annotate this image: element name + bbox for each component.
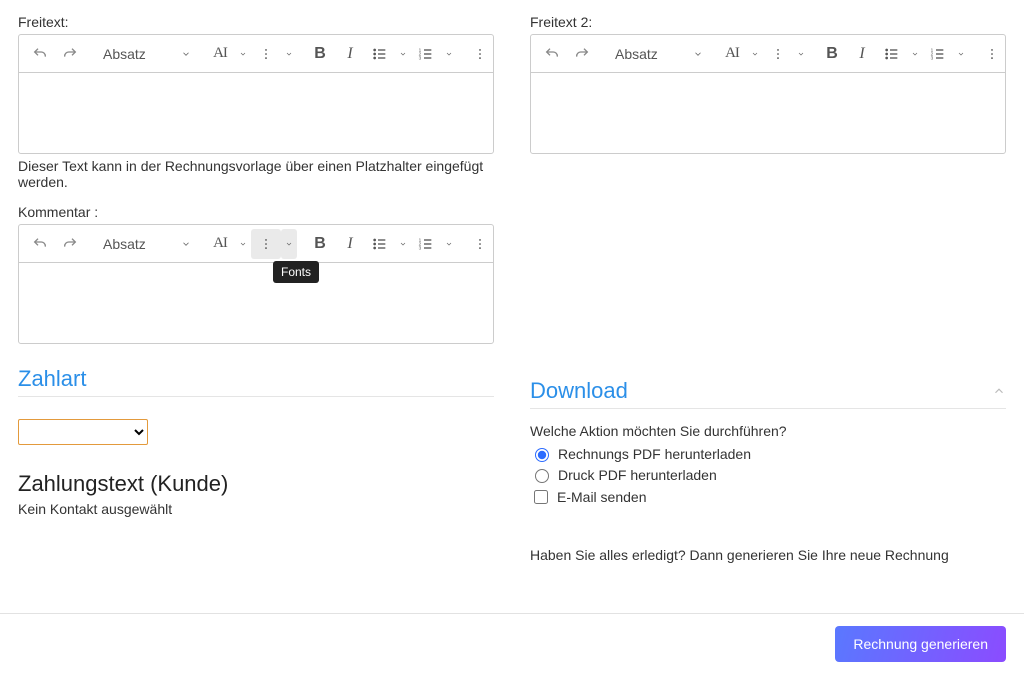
chevron-down-icon[interactable] (395, 39, 411, 69)
freitext-textarea[interactable] (19, 73, 493, 153)
chevron-down-icon[interactable] (907, 39, 923, 69)
svg-text:3: 3 (931, 55, 934, 60)
option-rechnungs-pdf[interactable]: Rechnungs PDF herunterladen (530, 445, 1006, 462)
redo-icon[interactable] (55, 229, 85, 259)
italic-button[interactable]: I (847, 39, 877, 69)
svg-text:3: 3 (419, 245, 422, 250)
italic-button[interactable]: I (335, 39, 365, 69)
fonts-button[interactable] (251, 229, 281, 259)
email-checkbox[interactable] (534, 490, 548, 504)
chevron-down-icon[interactable] (235, 229, 251, 259)
more-icon[interactable] (763, 39, 793, 69)
font-size-button[interactable]: AI (205, 39, 235, 69)
italic-button[interactable]: I (335, 229, 365, 259)
zahlungstext-heading: Zahlungstext (Kunde) (18, 471, 494, 497)
more-icon[interactable] (465, 229, 495, 259)
svg-text:3: 3 (419, 55, 422, 60)
more-icon[interactable] (251, 39, 281, 69)
option-email[interactable]: E-Mail senden (530, 487, 1006, 507)
freitext-help-text: Dieser Text kann in der Rechnungsvorlage… (18, 158, 494, 190)
paragraph-select[interactable]: Absatz (93, 229, 197, 259)
download-question: Welche Aktion möchten Sie durchführen? (530, 423, 1006, 439)
numbered-list-button[interactable]: 123 (923, 39, 953, 69)
freitext2-label: Freitext 2: (530, 14, 1006, 30)
generate-invoice-button[interactable]: Rechnung generieren (835, 626, 1006, 662)
no-contact-text: Kein Kontakt ausgewählt (18, 501, 494, 517)
chevron-down-icon (679, 46, 703, 62)
chevron-down-icon[interactable] (793, 39, 809, 69)
font-size-button[interactable]: AI (717, 39, 747, 69)
numbered-list-button[interactable]: 123 (411, 229, 441, 259)
download-heading-label: Download (530, 378, 628, 404)
more-icon[interactable] (465, 39, 495, 69)
bullet-list-button[interactable] (365, 39, 395, 69)
kommentar-editor: Absatz AI (18, 224, 494, 344)
chevron-down-icon[interactable] (441, 39, 457, 69)
freitext2-editor: Absatz AI (530, 34, 1006, 154)
font-size-button[interactable]: AI (205, 229, 235, 259)
chevron-down-icon[interactable] (235, 39, 251, 69)
download-heading: Download (530, 378, 1006, 409)
redo-icon[interactable] (55, 39, 85, 69)
bullet-list-button[interactable] (365, 229, 395, 259)
chevron-down-icon (167, 46, 191, 62)
rechnungs-pdf-label: Rechnungs PDF herunterladen (558, 446, 751, 462)
undo-icon[interactable] (537, 39, 567, 69)
paragraph-select[interactable]: Absatz (93, 39, 197, 69)
option-druck-pdf[interactable]: Druck PDF herunterladen (530, 466, 1006, 483)
rechnungs-pdf-radio[interactable] (535, 448, 549, 462)
freitext-editor: Absatz AI (18, 34, 494, 154)
bullet-list-button[interactable] (877, 39, 907, 69)
email-label: E-Mail senden (557, 489, 647, 505)
druck-pdf-label: Druck PDF herunterladen (558, 467, 717, 483)
paragraph-select-label: Absatz (103, 236, 146, 252)
footer: Rechnung generieren (0, 613, 1024, 678)
freitext-toolbar: Absatz AI (19, 35, 493, 73)
freitext2-textarea[interactable] (531, 73, 1005, 153)
kommentar-label: Kommentar : (18, 204, 494, 220)
zahlart-heading: Zahlart (18, 366, 494, 397)
more-icon[interactable] (977, 39, 1007, 69)
bold-button[interactable]: B (305, 39, 335, 69)
generate-hint: Haben Sie alles erledigt? Dann generiere… (530, 547, 1006, 563)
druck-pdf-radio[interactable] (535, 469, 549, 483)
chevron-down-icon[interactable] (281, 39, 297, 69)
numbered-list-button[interactable]: 123 (411, 39, 441, 69)
fonts-tooltip: Fonts (273, 261, 319, 283)
paragraph-select[interactable]: Absatz (605, 39, 709, 69)
kommentar-textarea[interactable] (19, 263, 493, 343)
kommentar-toolbar: Absatz AI (19, 225, 493, 263)
paragraph-select-label: Absatz (103, 46, 146, 62)
chevron-down-icon[interactable] (953, 39, 969, 69)
chevron-up-icon[interactable] (992, 378, 1006, 404)
chevron-down-icon[interactable] (747, 39, 763, 69)
freitext-label: Freitext: (18, 14, 494, 30)
undo-icon[interactable] (25, 229, 55, 259)
bold-button[interactable]: B (305, 229, 335, 259)
chevron-down-icon (167, 236, 191, 252)
freitext2-toolbar: Absatz AI (531, 35, 1005, 73)
chevron-down-icon[interactable] (281, 229, 297, 259)
chevron-down-icon[interactable] (441, 229, 457, 259)
zahlart-select[interactable] (18, 419, 148, 445)
redo-icon[interactable] (567, 39, 597, 69)
chevron-down-icon[interactable] (395, 229, 411, 259)
undo-icon[interactable] (25, 39, 55, 69)
paragraph-select-label: Absatz (615, 46, 658, 62)
bold-button[interactable]: B (817, 39, 847, 69)
